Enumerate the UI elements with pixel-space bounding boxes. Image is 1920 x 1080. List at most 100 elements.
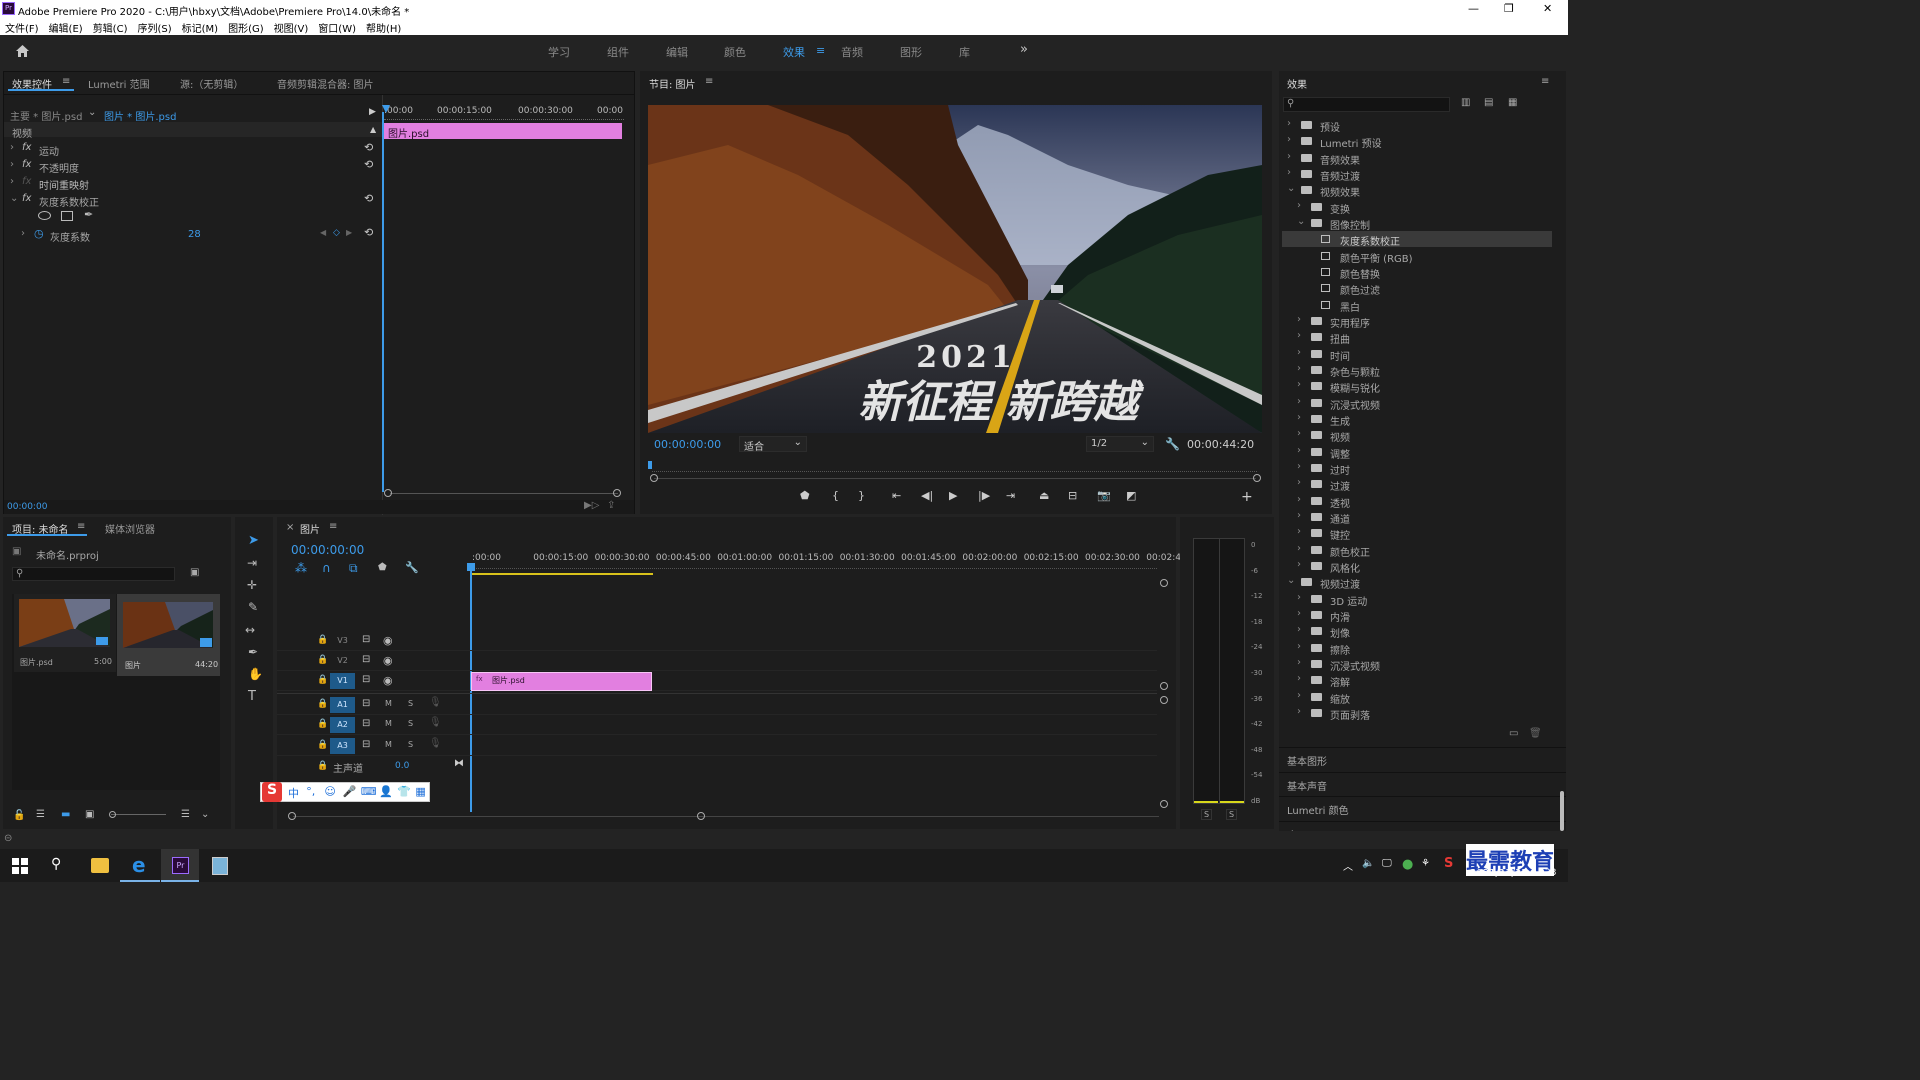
effects-tree-item[interactable]: ⌄ 图像控制 xyxy=(1282,215,1552,232)
chevron-down-icon[interactable]: ⌄ xyxy=(1287,183,1295,194)
export-frame-icon[interactable]: 📷 xyxy=(1097,489,1111,502)
current-time[interactable]: 00:00:00 xyxy=(7,502,47,512)
mark-out-icon[interactable]: } xyxy=(858,489,865,502)
sync-lock-icon[interactable]: ⊟ xyxy=(362,674,370,685)
track-target[interactable]: A2 xyxy=(330,717,355,733)
expand-arrow-icon[interactable]: › xyxy=(1297,706,1301,717)
zoom-slider-handle[interactable] xyxy=(109,811,116,818)
project-search-input[interactable]: ⚲ xyxy=(12,567,175,581)
ime-toolbar-icon[interactable]: 👕 xyxy=(397,785,411,798)
snap-icon[interactable]: ∩ xyxy=(322,561,331,575)
fx-icon[interactable]: fx xyxy=(22,159,31,170)
effects-tree-item[interactable]: 颜色平衡 (RGB) xyxy=(1282,248,1552,265)
expand-arrow-icon[interactable]: › xyxy=(1297,543,1301,554)
tab-menu-icon[interactable]: ≡ xyxy=(62,76,70,87)
a-scroll-bottom[interactable] xyxy=(1160,800,1168,808)
effects-tree-item[interactable]: › 划像 xyxy=(1282,623,1552,640)
expand-arrow-icon[interactable]: › xyxy=(10,159,14,170)
lock-icon[interactable]: 🔒 xyxy=(317,655,328,665)
effects-tree-item[interactable]: › 风格化 xyxy=(1282,558,1552,575)
fx-icon[interactable]: fx xyxy=(22,176,31,187)
linked-selection-icon[interactable]: ⧉ xyxy=(349,561,358,576)
effects-tree-item[interactable]: ⌄ 视频过渡 xyxy=(1282,574,1552,591)
slip-tool-icon[interactable]: ↔ xyxy=(245,623,255,637)
collapsed-panel-section[interactable]: 基本声音 xyxy=(1279,771,1566,794)
workspace-tab[interactable]: 组件 xyxy=(607,44,629,60)
expand-arrow-icon[interactable]: › xyxy=(1297,624,1301,635)
expand-arrow-icon[interactable]: › xyxy=(1287,151,1291,162)
program-timecode[interactable]: 00:00:00:00 xyxy=(654,438,721,451)
collapse-icon[interactable]: ▲ xyxy=(370,125,376,134)
effects-tree-item[interactable]: › 颜色校正 xyxy=(1282,542,1552,559)
collapsed-panel-section[interactable]: Lumetri 颜色 xyxy=(1279,796,1566,818)
playhead[interactable] xyxy=(382,112,384,492)
v-scroll-top[interactable] xyxy=(1160,579,1168,587)
expand-arrow-icon[interactable]: › xyxy=(1297,477,1301,488)
icon-view-icon[interactable]: ▬ xyxy=(61,809,70,820)
track-target[interactable]: V2 xyxy=(330,653,355,669)
lock-icon[interactable]: 🔒 xyxy=(317,719,328,729)
expand-arrow-icon[interactable]: › xyxy=(1297,396,1301,407)
effects-tree-item[interactable]: 颜色过滤 xyxy=(1282,280,1552,297)
tab-source[interactable]: 源:（无剪辑） xyxy=(180,76,243,91)
effects-tree-item[interactable]: 黑白 xyxy=(1282,297,1552,314)
export-icon[interactable]: ⇪ xyxy=(607,500,615,511)
vertical-scrollbar[interactable] xyxy=(1560,791,1564,831)
zoom-scrollbar[interactable] xyxy=(390,493,618,494)
expand-arrow-icon[interactable]: › xyxy=(1297,559,1301,570)
v-scroll-mid[interactable] xyxy=(1160,682,1168,690)
minimize-button[interactable]: — xyxy=(1468,2,1479,15)
ime-toolbar-icon[interactable]: ⌨ xyxy=(361,785,377,798)
effects-tree-item[interactable]: › 缩放 xyxy=(1282,689,1552,706)
timeline-playhead-handle[interactable] xyxy=(467,563,475,571)
tray-app-icon[interactable]: ● xyxy=(1402,857,1413,872)
expand-arrow-icon[interactable]: › xyxy=(1297,330,1301,341)
effects-tree-item[interactable]: › 实用程序 xyxy=(1282,313,1552,330)
effects-tree-item[interactable]: › 扭曲 xyxy=(1282,329,1552,346)
stopwatch-icon[interactable]: ◷ xyxy=(34,227,44,240)
scroll-handle-left[interactable] xyxy=(384,489,392,497)
program-time-ruler[interactable] xyxy=(652,468,1257,472)
zoom-slider[interactable] xyxy=(111,814,166,815)
fit-dropdown[interactable]: 适合 ⌄ xyxy=(739,436,807,453)
ime-toolbar-icon[interactable]: 🎤 xyxy=(343,785,357,798)
chevron-down-icon[interactable]: ⌄ xyxy=(201,809,209,820)
effects-tree-item[interactable]: › 键控 xyxy=(1282,525,1552,542)
project-item-selected[interactable]: 图片 44:20 xyxy=(117,594,220,676)
expand-arrow-icon[interactable]: › xyxy=(1297,445,1301,456)
expand-arrow-icon[interactable]: › xyxy=(1287,118,1291,129)
premiere-task[interactable]: Pr xyxy=(161,849,199,882)
effects-tree-item[interactable]: › Lumetri 预设 xyxy=(1282,133,1552,150)
effects-tree-item[interactable]: › 视频 xyxy=(1282,427,1552,444)
tab-menu-icon[interactable]: ≡ xyxy=(329,521,337,532)
microphone-icon[interactable]: 🎙 xyxy=(429,697,442,708)
tab-media-browser[interactable]: 媒体浏览器 xyxy=(105,521,155,536)
close-button[interactable]: ✕ xyxy=(1543,2,1552,15)
work-area-bar[interactable] xyxy=(471,573,653,575)
effects-tree-item[interactable]: › 生成 xyxy=(1282,411,1552,428)
sogou-tray-icon[interactable]: S xyxy=(1444,856,1453,871)
next-keyframe-icon[interactable]: ▶ xyxy=(346,228,352,237)
effects-tree-item[interactable]: › 过时 xyxy=(1282,460,1552,477)
add-button[interactable]: + xyxy=(1241,489,1253,505)
ime-toolbar-icon[interactable]: 👤 xyxy=(379,785,393,798)
go-to-out-icon[interactable]: ⇥ xyxy=(1006,489,1015,502)
file-explorer-icon[interactable] xyxy=(91,858,109,873)
reset-effect-icon[interactable]: ⟲ xyxy=(364,141,373,154)
32bit-effects-icon[interactable]: ▤ xyxy=(1484,97,1493,108)
menu-item[interactable]: 窗口(W) xyxy=(313,18,361,35)
expand-arrow-icon[interactable]: › xyxy=(1297,673,1301,684)
expand-arrow-icon[interactable]: › xyxy=(1297,412,1301,423)
workspace-tab[interactable]: 图形 xyxy=(900,44,922,60)
expand-arrow-icon[interactable]: › xyxy=(1297,641,1301,652)
menu-item[interactable]: 剪辑(C) xyxy=(88,18,133,35)
panel-menu-icon[interactable]: ≡ xyxy=(1541,76,1549,87)
workspace-tab[interactable]: 效果 xyxy=(783,44,805,60)
effects-tree-item[interactable]: › 溶解 xyxy=(1282,672,1552,689)
timeline-timecode[interactable]: 00:00:00:00 xyxy=(291,543,364,557)
pen-mask-icon[interactable]: ✒ xyxy=(84,208,93,221)
reset-effect-icon[interactable]: ⟲ xyxy=(364,192,373,205)
chevron-down-icon[interactable]: ⌄ xyxy=(10,193,18,204)
solo-button[interactable]: S xyxy=(408,740,413,749)
expand-arrow-icon[interactable]: › xyxy=(1297,428,1301,439)
